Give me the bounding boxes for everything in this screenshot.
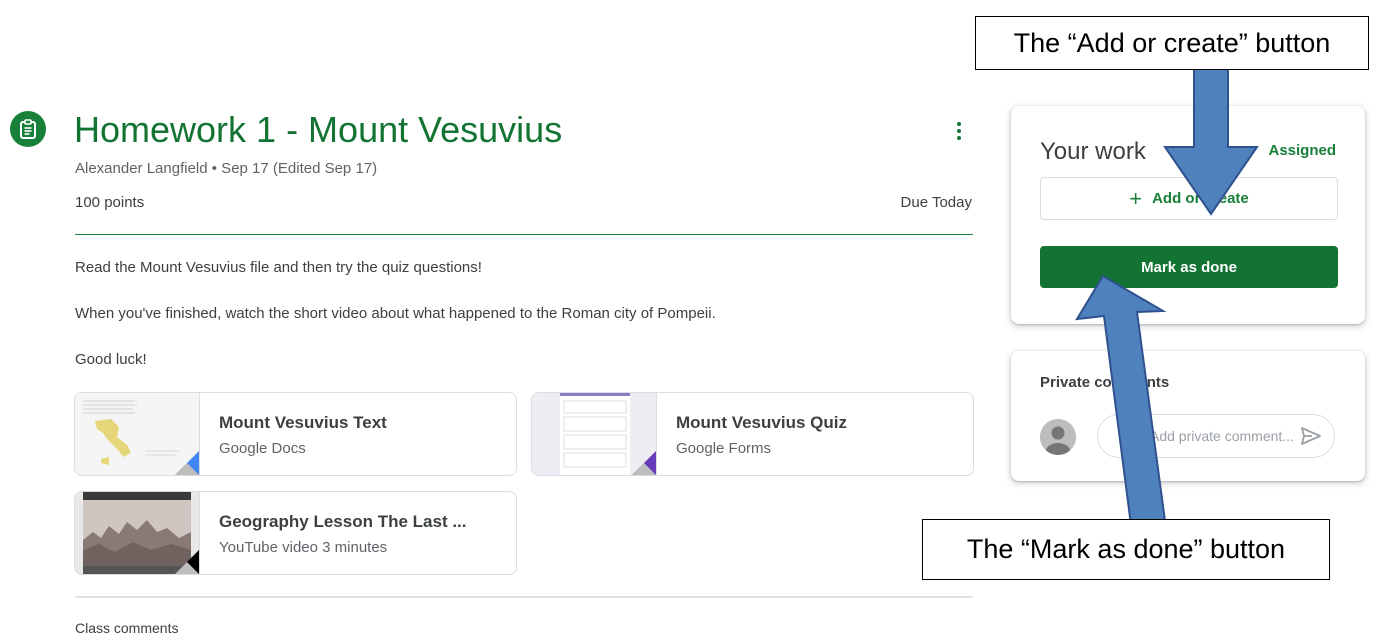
private-comment-input[interactable]: Add private comment...	[1097, 414, 1335, 458]
attachment-card-docs[interactable]: Mount Vesuvius Text Google Docs	[74, 392, 517, 476]
mark-as-done-callout: The “Mark as done” button	[922, 519, 1330, 580]
attachment-type: Google Docs	[219, 440, 306, 457]
assignment-title: Homework 1 - Mount Vesuvius	[74, 109, 563, 150]
status-badge: Assigned	[1268, 142, 1336, 159]
attachment-title[interactable]: Mount Vesuvius Text	[219, 413, 387, 433]
attachment-title[interactable]: Geography Lesson The Last ...	[219, 512, 467, 532]
mark-as-done-button[interactable]: Mark as done	[1040, 246, 1338, 288]
send-icon[interactable]	[1300, 426, 1322, 446]
assignment-icon	[10, 111, 46, 147]
your-work-card: Your work Assigned + Add or create Mark …	[1011, 106, 1365, 324]
points-label: 100 points	[75, 194, 145, 211]
attachment-type: YouTube video 3 minutes	[219, 539, 388, 556]
attachment-card-forms[interactable]: Mount Vesuvius Quiz Google Forms	[531, 392, 974, 476]
more-options-icon[interactable]	[949, 116, 969, 146]
header-divider	[75, 234, 973, 235]
add-or-create-button[interactable]: + Add or create	[1040, 177, 1338, 220]
private-comments-title: Private comments	[1040, 374, 1170, 391]
video-thumbnail	[75, 492, 200, 574]
mark-as-done-label: Mark as done	[1141, 258, 1237, 276]
forms-thumbnail	[532, 393, 657, 475]
attachment-type: Google Forms	[676, 440, 772, 457]
private-comment-placeholder: Add private comment...	[1150, 428, 1294, 444]
your-work-title: Your work	[1040, 138, 1146, 165]
add-or-create-label: Add or create	[1152, 190, 1249, 207]
avatar	[1040, 419, 1076, 455]
due-date-label: Due Today	[900, 194, 972, 211]
plus-icon: +	[1129, 185, 1143, 211]
private-comments-card: Private comments Add private comment...	[1011, 351, 1365, 481]
instruction-line-1: Read the Mount Vesuvius file and then tr…	[75, 259, 482, 276]
attachment-card-youtube[interactable]: Geography Lesson The Last ... YouTube vi…	[74, 491, 517, 575]
class-comments-label[interactable]: Class comments	[75, 620, 178, 636]
attachment-title[interactable]: Mount Vesuvius Quiz	[676, 413, 847, 433]
assignment-meta: Alexander Langfield • Sep 17 (Edited Sep…	[75, 160, 378, 177]
docs-thumbnail	[75, 393, 200, 475]
class-comments-divider	[75, 596, 973, 598]
instruction-line-3: Good luck!	[75, 351, 147, 368]
instruction-line-2: When you've finished, watch the short vi…	[75, 305, 716, 322]
add-or-create-callout: The “Add or create” button	[975, 16, 1369, 70]
